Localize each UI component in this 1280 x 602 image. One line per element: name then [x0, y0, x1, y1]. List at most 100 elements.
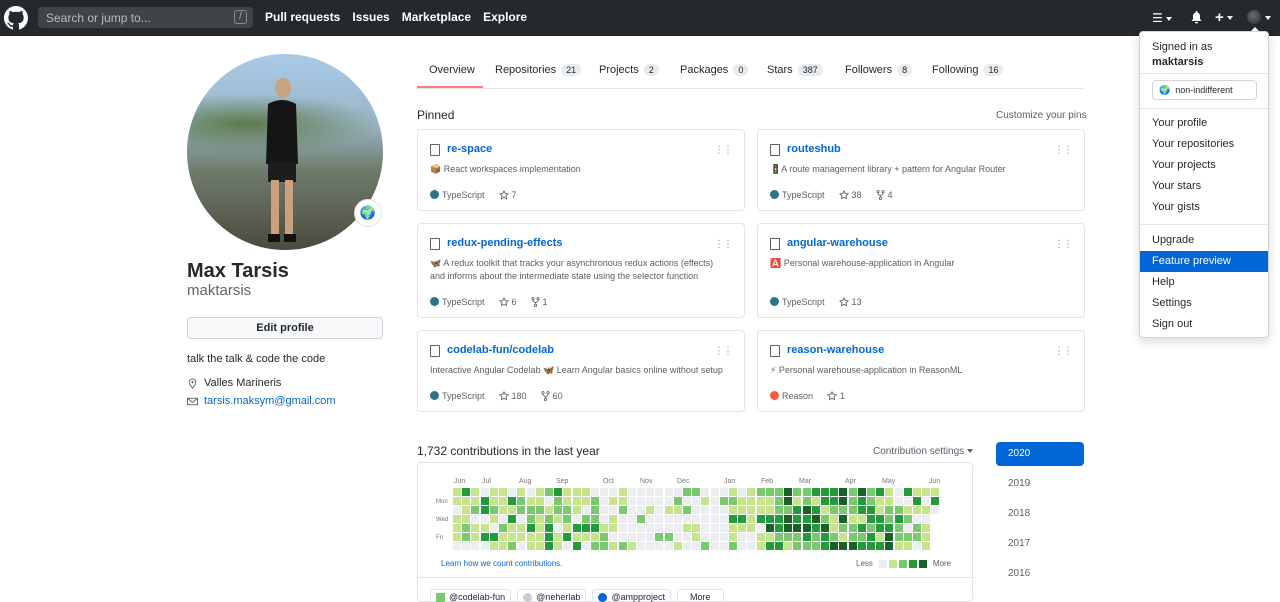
contribution-cell[interactable]: [508, 515, 517, 523]
contribution-cell[interactable]: [784, 524, 793, 532]
contribution-cell[interactable]: [673, 515, 682, 523]
contribution-cell[interactable]: [683, 533, 691, 541]
contribution-cell[interactable]: [683, 497, 691, 505]
contribution-cell[interactable]: [867, 542, 875, 550]
drag-handle-icon[interactable]: ⋮⋮: [1054, 346, 1073, 357]
contribution-cell[interactable]: [535, 515, 544, 523]
contribution-cell[interactable]: [535, 533, 544, 541]
contribution-cell[interactable]: [563, 533, 572, 541]
contribution-cell[interactable]: [545, 542, 553, 550]
contribution-cell[interactable]: [738, 533, 747, 541]
repo-forks[interactable]: 4: [875, 190, 893, 200]
contribution-cell[interactable]: [811, 542, 820, 550]
contribution-cell[interactable]: [821, 542, 829, 550]
contribution-cell[interactable]: [903, 488, 912, 496]
year-2018[interactable]: 2018: [996, 502, 1084, 526]
contribution-cell[interactable]: [876, 524, 885, 532]
contribution-cell[interactable]: [554, 533, 563, 541]
contribution-cell[interactable]: [811, 524, 820, 532]
contribution-cell[interactable]: [655, 506, 664, 514]
contribution-cell[interactable]: [627, 506, 636, 514]
contribution-cell[interactable]: [563, 515, 572, 523]
contribution-cell[interactable]: [811, 506, 820, 514]
contribution-cell[interactable]: [885, 524, 894, 532]
contribution-cell[interactable]: [535, 497, 544, 505]
contribution-cell[interactable]: [535, 542, 544, 550]
contribution-cell[interactable]: [821, 533, 829, 541]
contribution-cell[interactable]: [894, 524, 903, 532]
menu-icon[interactable]: ☰: [1152, 11, 1172, 25]
contribution-cell[interactable]: [876, 542, 885, 550]
contribution-cell[interactable]: [618, 488, 627, 496]
contribution-cell[interactable]: [664, 488, 673, 496]
contribution-cell[interactable]: [554, 515, 563, 523]
contribution-cell[interactable]: [839, 515, 848, 523]
plus-icon[interactable]: +: [1215, 9, 1233, 26]
contribution-cell[interactable]: [581, 524, 590, 532]
contribution-cell[interactable]: [683, 515, 691, 523]
contribution-cell[interactable]: [462, 497, 471, 505]
contribution-cell[interactable]: [821, 488, 829, 496]
tab-packages[interactable]: Packages 0: [680, 64, 749, 76]
contribution-cell[interactable]: [821, 515, 829, 523]
contribution-cell[interactable]: [572, 524, 581, 532]
contribution-cell[interactable]: [857, 488, 866, 496]
contribution-cell[interactable]: [931, 497, 940, 505]
contribution-cell[interactable]: [508, 542, 517, 550]
contribution-cell[interactable]: [526, 524, 535, 532]
contribution-cell[interactable]: [489, 488, 498, 496]
contribution-cell[interactable]: [913, 524, 921, 532]
contribution-cell[interactable]: [756, 515, 765, 523]
contribution-cell[interactable]: [618, 542, 627, 550]
contribution-cell[interactable]: [692, 515, 701, 523]
contribution-cell[interactable]: [802, 497, 811, 505]
contribution-cell[interactable]: [793, 542, 802, 550]
repo-stars[interactable]: 7: [498, 189, 517, 200]
contribution-cell[interactable]: [885, 488, 894, 496]
contribution-cell[interactable]: [655, 533, 664, 541]
contribution-cell[interactable]: [554, 497, 563, 505]
contribution-cell[interactable]: [664, 515, 673, 523]
contribution-cell[interactable]: [903, 524, 912, 532]
contribution-cell[interactable]: [499, 515, 507, 523]
contribution-cell[interactable]: [600, 524, 609, 532]
contribution-cell[interactable]: [738, 497, 747, 505]
contribution-cell[interactable]: [793, 506, 802, 514]
contribution-cell[interactable]: [802, 506, 811, 514]
contribution-cell[interactable]: [600, 542, 609, 550]
contribution-cell[interactable]: [646, 542, 655, 550]
nav-pull-requests[interactable]: Pull requests: [265, 10, 340, 24]
repo-name-link[interactable]: redux-pending-effects: [447, 237, 563, 249]
contribution-cell[interactable]: [591, 533, 599, 541]
contribution-cell[interactable]: [867, 497, 875, 505]
contribution-cell[interactable]: [683, 488, 691, 496]
contribution-cell[interactable]: [572, 515, 581, 523]
contribution-cell[interactable]: [600, 506, 609, 514]
contribution-cell[interactable]: [765, 533, 774, 541]
contribution-cell[interactable]: [765, 497, 774, 505]
contribution-cell[interactable]: [857, 524, 866, 532]
repo-name-link[interactable]: reason-warehouse: [787, 344, 884, 356]
contribution-cell[interactable]: [535, 506, 544, 514]
contribution-cell[interactable]: [765, 506, 774, 514]
email-link[interactable]: tarsis.maksym@gmail.com: [204, 395, 336, 407]
contribution-cell[interactable]: [526, 497, 535, 505]
contribution-cell[interactable]: [848, 542, 857, 550]
contribution-cell[interactable]: [646, 515, 655, 523]
contribution-cell[interactable]: [609, 497, 618, 505]
contribution-cell[interactable]: [775, 488, 783, 496]
drag-handle-icon[interactable]: ⋮⋮: [714, 346, 733, 357]
contribution-cell[interactable]: [867, 533, 875, 541]
contribution-cell[interactable]: [747, 506, 756, 514]
menu-your-gists[interactable]: Your gists: [1140, 197, 1268, 218]
contribution-cell[interactable]: [756, 488, 765, 496]
contribution-cell[interactable]: [811, 497, 820, 505]
contribution-cell[interactable]: [701, 542, 710, 550]
contribution-cell[interactable]: [747, 515, 756, 523]
tab-repositories[interactable]: Repositories 21: [495, 64, 582, 76]
contribution-cell[interactable]: [719, 506, 728, 514]
contribution-cell[interactable]: [857, 506, 866, 514]
contribution-cell[interactable]: [885, 533, 894, 541]
contribution-cell[interactable]: [802, 488, 811, 496]
contribution-cell[interactable]: [453, 497, 461, 505]
